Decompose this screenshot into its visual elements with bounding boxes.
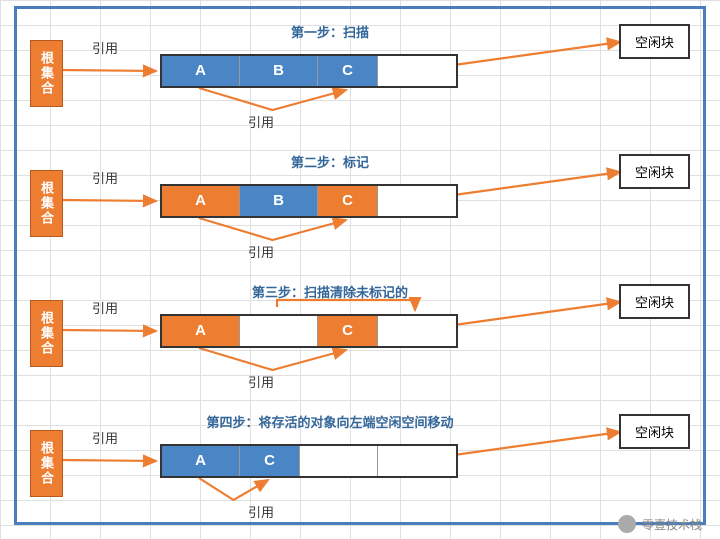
free-block-label: 空闲块 xyxy=(619,284,690,319)
root-set: 根集合 xyxy=(30,430,63,497)
heap-cell-empty xyxy=(240,316,318,346)
free-block-label: 空闲块 xyxy=(619,414,690,449)
heap-cell-C: C xyxy=(318,316,378,346)
heap-cell-empty xyxy=(378,56,456,86)
heap-cell-A: A xyxy=(162,316,240,346)
heap-cell-empty xyxy=(378,446,456,476)
heap-cell-A: A xyxy=(162,186,240,216)
step-title: 第四步：将存活的对象向左端空闲空间移动 xyxy=(200,412,460,431)
heap-row: AC xyxy=(160,444,458,478)
heap-cell-C: C xyxy=(318,56,378,86)
heap-row: ABC xyxy=(160,54,458,88)
heap-cell-A: A xyxy=(162,56,240,86)
free-block-label: 空闲块 xyxy=(619,24,690,59)
root-set: 根集合 xyxy=(30,300,63,367)
heap-cell-C: C xyxy=(240,446,300,476)
heap-cell-C: C xyxy=(318,186,378,216)
ref-label: 引用 xyxy=(92,428,118,447)
heap-cell-empty xyxy=(378,316,456,346)
ref-label: 引用 xyxy=(92,298,118,317)
root-set: 根集合 xyxy=(30,40,63,107)
step-title: 第三步：扫描清除未标记的 xyxy=(200,282,460,301)
step-4: 根集合引用第四步：将存活的对象向左端空闲空间移动AC空闲块引用 xyxy=(0,400,720,528)
free-block-label: 空闲块 xyxy=(619,154,690,189)
heap-cell-B: B xyxy=(240,56,318,86)
watermark: 零壹技术栈 xyxy=(618,515,702,533)
heap-cell-empty xyxy=(378,186,456,216)
root-set: 根集合 xyxy=(30,170,63,237)
step-title: 第一步：扫描 xyxy=(200,22,460,41)
ref-label-below: 引用 xyxy=(248,242,274,261)
heap-cell-A: A xyxy=(162,446,240,476)
ref-label-below: 引用 xyxy=(248,372,274,391)
heap-row: AC xyxy=(160,314,458,348)
step-title: 第二步：标记 xyxy=(200,152,460,171)
step-3: 根集合引用第三步：扫描清除未标记的AC空闲块引用 xyxy=(0,270,720,398)
ref-label-below: 引用 xyxy=(248,112,274,131)
step-2: 根集合引用第二步：标记ABC空闲块引用 xyxy=(0,140,720,268)
ref-label: 引用 xyxy=(92,38,118,57)
ref-label: 引用 xyxy=(92,168,118,187)
watermark-text: 零壹技术栈 xyxy=(642,516,702,533)
heap-cell-B: B xyxy=(240,186,318,216)
wechat-icon xyxy=(618,515,636,533)
heap-row: ABC xyxy=(160,184,458,218)
heap-cell-empty xyxy=(300,446,378,476)
step-1: 根集合引用第一步：扫描ABC空闲块引用 xyxy=(0,10,720,138)
ref-label-below: 引用 xyxy=(248,502,274,521)
